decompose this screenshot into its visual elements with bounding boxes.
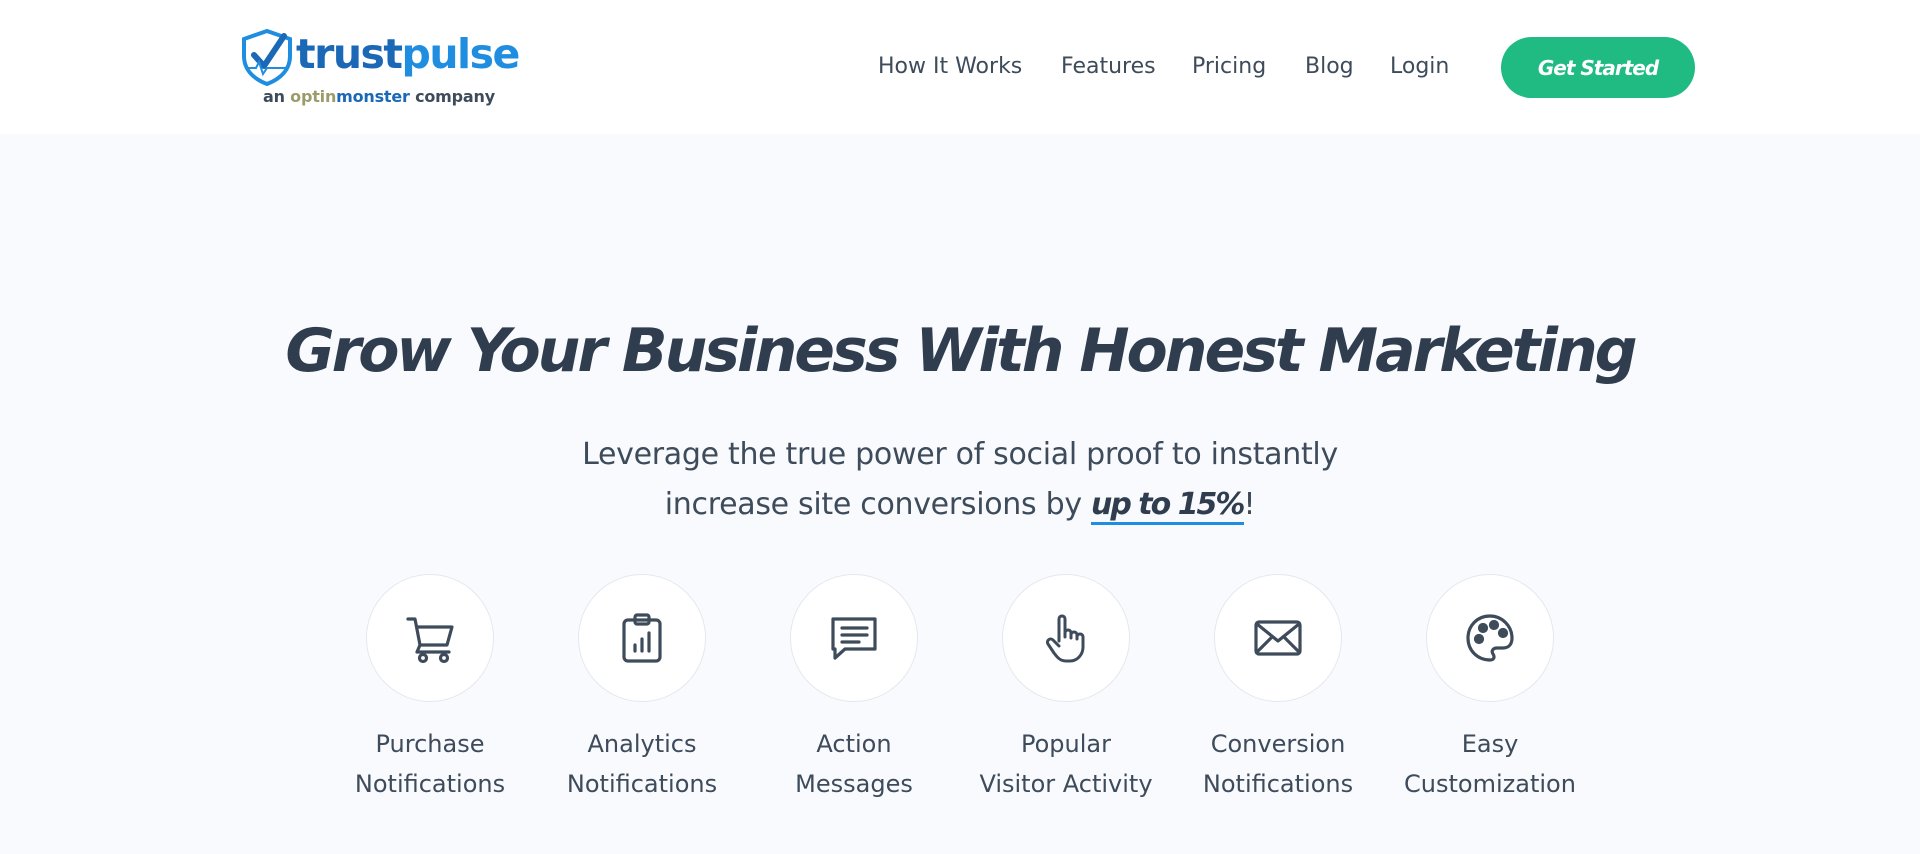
feature-icon-circle xyxy=(790,574,918,702)
feature-label: Popular Visitor Activity xyxy=(979,730,1153,798)
feature-label: Analytics Notifications xyxy=(566,730,718,798)
feature-icon-circle xyxy=(578,574,706,702)
feature-popular-visitor-activity[interactable]: Popular Visitor Activity xyxy=(960,574,1172,804)
feature-analytics-notifications[interactable]: Analytics Notifications xyxy=(536,574,748,804)
feature-action-messages[interactable]: Action Messages xyxy=(748,574,960,804)
hero-subtitle: Leverage the true power of social proof … xyxy=(460,430,1460,530)
feature-purchase-notifications[interactable]: Purchase Notifications xyxy=(324,574,536,804)
feature-label: Purchase Notifications xyxy=(354,730,506,798)
trustpulse-logo[interactable]: trustpulse an optinmonster company xyxy=(240,24,520,114)
nav-blog[interactable]: Blog xyxy=(1305,50,1354,84)
get-started-button[interactable]: Get Started xyxy=(1501,37,1695,98)
feature-label: Action Messages xyxy=(795,730,913,798)
hero-title: Grow Your Business With Honest Marketing xyxy=(285,316,1637,386)
feature-easy-customization[interactable]: Easy Customization xyxy=(1384,574,1596,804)
nav-pricing[interactable]: Pricing xyxy=(1192,50,1266,84)
envelope-icon xyxy=(1254,620,1302,656)
hero-subtitle-line1: Leverage the true power of social proof … xyxy=(582,437,1338,472)
conversion-highlight-link[interactable]: up to 15% xyxy=(1091,487,1246,525)
site-header: trustpulse an optinmonster company How I… xyxy=(0,0,1920,134)
nav-features[interactable]: Features xyxy=(1061,50,1156,84)
feature-icon-circle xyxy=(1002,574,1130,702)
shield-check-icon xyxy=(242,28,292,86)
palette-icon xyxy=(1466,614,1514,662)
logo-tagline: an optinmonster company xyxy=(263,87,495,106)
hero-subtitle-line2: increase site conversions by xyxy=(664,487,1092,522)
nav-login[interactable]: Login xyxy=(1390,50,1449,84)
clipboard-chart-icon xyxy=(622,613,662,663)
feature-conversion-notifications[interactable]: Conversion Notifications xyxy=(1172,574,1384,804)
feature-icon-circle xyxy=(1214,574,1342,702)
feature-icon-circle xyxy=(1426,574,1554,702)
feature-icon-circle xyxy=(366,574,494,702)
feature-label: Easy Customization xyxy=(1404,730,1576,798)
nav-how-it-works[interactable]: How It Works xyxy=(878,50,1022,84)
feature-label: Conversion Notifications xyxy=(1202,730,1354,798)
cart-icon xyxy=(406,617,454,664)
message-icon xyxy=(831,617,877,660)
logo-wordmark: trustpulse xyxy=(296,30,520,78)
pointer-hand-icon xyxy=(1046,614,1085,663)
